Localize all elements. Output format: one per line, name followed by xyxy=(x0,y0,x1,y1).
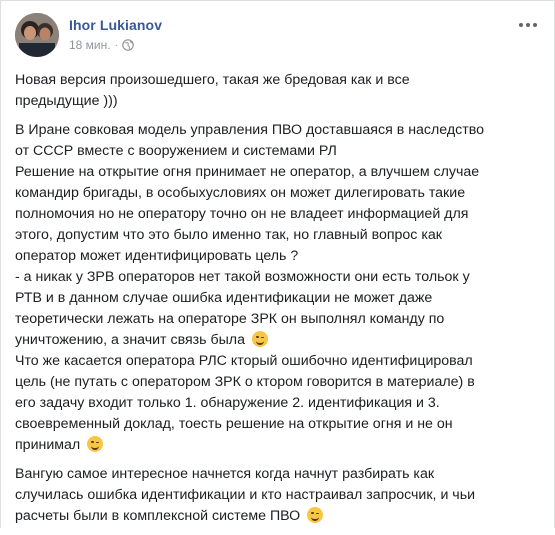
text-line: командир бригады, в особыхусловиях он мо… xyxy=(15,185,466,201)
text-line: Вангую самое интересное начнется когда н… xyxy=(15,466,435,482)
facebook-post: Ihor Lukianov 18 мин. · Новая версия про… xyxy=(0,0,555,528)
text-line: Новая версия произошедшего, такая же бре… xyxy=(15,72,410,88)
text-line: принимал xyxy=(15,435,543,456)
globe-icon[interactable] xyxy=(122,39,134,51)
text-line: Что же касается оператора РЛС кторый оши… xyxy=(15,353,473,369)
text-segment: принимал xyxy=(15,437,81,453)
text-line: расчеты были в комплексной системе ПВО xyxy=(15,506,543,527)
paragraph-2: В Иране совковая модель управления ПВО д… xyxy=(15,120,543,456)
text-line: этого, допустим что это было именно так,… xyxy=(15,227,442,243)
paragraph-1: Новая версия произошедшего, такая же бре… xyxy=(15,70,543,112)
text-line: уничтожению, а значит связь была xyxy=(15,330,543,351)
text-line: предыдущие ))) xyxy=(15,93,118,109)
text-line: случилась ошибка идентификации и кто нас… xyxy=(15,487,476,503)
text-line: Решение на открытие огня принимает не оп… xyxy=(15,164,480,180)
wink-emoji-icon xyxy=(251,331,268,347)
wink-emoji-icon xyxy=(307,507,324,523)
text-line: цель (не путать с оператором ЗРК о кторо… xyxy=(15,374,475,390)
post-meta: 18 мин. · xyxy=(69,38,134,52)
text-line: РТВ и в данном случае ошибка идентификац… xyxy=(15,290,433,306)
separator-dot: · xyxy=(114,39,118,51)
text-segment: расчеты были в комплексной системе ПВО xyxy=(15,508,301,524)
text-line: - а никак у ЗРВ операторов нет такой воз… xyxy=(15,269,470,285)
wink-emoji-icon xyxy=(87,436,104,452)
text-line: оператор может идентифицировать цель ? xyxy=(15,248,299,264)
post-text: Новая версия произошедшего, такая же бре… xyxy=(15,70,543,535)
text-line: своевременный доклад, тоесть решение на … xyxy=(15,416,453,432)
text-line: В Иране совковая модель управления ПВО д… xyxy=(15,122,485,138)
text-segment: уничтожению, а значит связь была xyxy=(15,332,245,348)
author-name[interactable]: Ihor Lukianov xyxy=(69,17,162,33)
text-line: его задачу входит только 1. обнаружение … xyxy=(15,395,440,411)
text-line: полномочия но не оператору точно он не в… xyxy=(15,206,469,222)
text-line: теоретически лежать на операторе ЗРК он … xyxy=(15,311,445,327)
paragraph-3: Вангую самое интересное начнется когда н… xyxy=(15,464,543,527)
more-options-icon[interactable] xyxy=(516,15,540,35)
text-line: от СССР вместе с вооружением и системами… xyxy=(15,143,337,159)
avatar[interactable] xyxy=(15,13,59,57)
post-header: Ihor Lukianov 18 мин. · xyxy=(15,13,540,59)
post-timestamp[interactable]: 18 мин. xyxy=(69,38,111,52)
